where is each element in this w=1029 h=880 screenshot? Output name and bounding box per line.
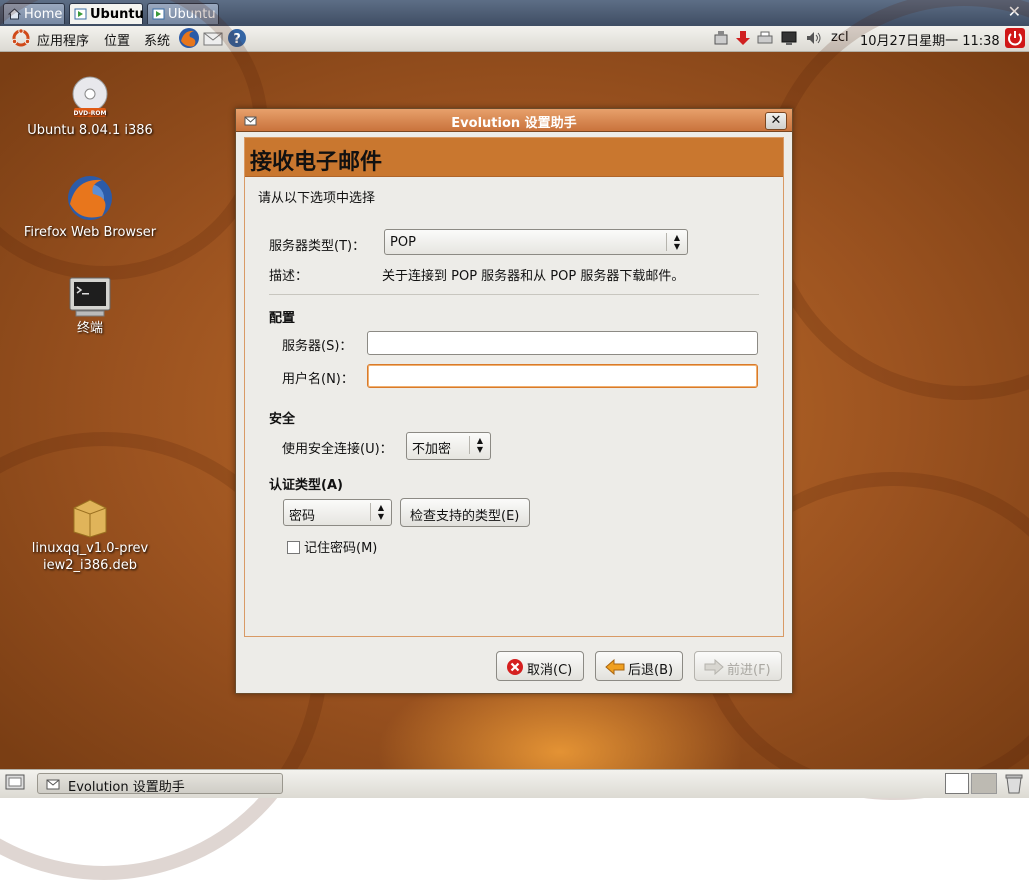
workspace-1[interactable]	[945, 773, 969, 794]
desktop-icon-dvd[interactable]: DVD-ROM Ubuntu 8.04.1 i386	[15, 76, 165, 139]
description-text: 关于连接到 POP 服务器和从 POP 服务器下载邮件。	[382, 269, 685, 284]
assistant-page: 接收电子邮件 请从以下选项中选择 服务器类型(T)： POP ▲ ▼ 描述： 关于…	[244, 137, 784, 637]
desktop-icon-deb-package[interactable]: linuxqq_v1.0-preview2_i386.deb	[15, 496, 165, 574]
page-body: 请从以下选项中选择 服务器类型(T)： POP ▲ ▼ 描述： 关于连接到 POP…	[245, 177, 783, 636]
volume-icon[interactable]	[806, 30, 822, 46]
server-label: 服务器(S)：	[282, 339, 353, 354]
desktop-icon-label: 终端	[76, 321, 103, 336]
show-desktop-icon[interactable]	[5, 774, 25, 792]
instruction-text: 请从以下选项中选择	[258, 191, 376, 206]
dialog-title: Evolution 设置助手	[451, 116, 577, 131]
desktop-icon-label: linuxqq_v1.0-preview2_i386.deb	[31, 541, 149, 573]
taskbar-window-label: Evolution 设置助手	[68, 780, 185, 795]
remember-password-label[interactable]: 记住密码(M)	[304, 537, 377, 556]
bottom-panel: Evolution 设置助手	[0, 769, 1029, 798]
config-heading: 配置	[269, 311, 296, 326]
dvd-icon: DVD-ROM	[72, 76, 108, 117]
desktop-icon-terminal[interactable]: 终端	[15, 276, 165, 337]
username-label: 用户名(N)：	[282, 372, 354, 387]
firefox-icon	[68, 176, 112, 220]
secure-connection-select[interactable]: 不加密 ▲ ▼	[406, 432, 491, 460]
desktop-icon-label: Ubuntu 8.04.1 i386	[27, 123, 153, 138]
printer-icon[interactable]	[757, 30, 773, 46]
check-supported-types-button[interactable]: 检查支持的类型(E)	[400, 498, 530, 527]
arrow-right-icon	[704, 659, 724, 675]
forward-button[interactable]: 前进(F)	[694, 651, 782, 681]
page-header: 接收电子邮件	[245, 138, 783, 177]
spin-arrows-icon: ▲ ▼	[370, 503, 391, 521]
package-icon	[73, 499, 107, 538]
spin-arrows-icon: ▲ ▼	[666, 233, 687, 251]
evolution-setup-dialog: Evolution 设置助手 ✕ 接收电子邮件 请从以下选项中选择 服务器类型(…	[235, 108, 793, 694]
username-input[interactable]	[367, 364, 758, 388]
spin-arrows-icon: ▲ ▼	[469, 436, 490, 454]
server-type-label: 服务器类型(T)：	[269, 239, 366, 254]
description-label: 描述：	[269, 269, 309, 284]
security-heading: 安全	[269, 412, 296, 427]
server-input[interactable]	[367, 331, 758, 355]
taskbar-window-button[interactable]: Evolution 设置助手	[37, 773, 283, 795]
dialog-titlebar[interactable]: Evolution 设置助手 ✕	[236, 109, 792, 132]
remember-password-checkbox[interactable]	[287, 541, 300, 554]
auth-type-heading: 认证类型(A)	[269, 478, 343, 493]
cancel-icon	[507, 659, 523, 675]
mail-icon	[46, 779, 60, 790]
desktop-icon-label: Firefox Web Browser	[23, 225, 157, 240]
workspace-2[interactable]	[971, 773, 997, 794]
server-type-select[interactable]: POP ▲ ▼	[384, 229, 688, 255]
separator	[269, 294, 759, 295]
back-button[interactable]: 后退(B)	[595, 651, 683, 681]
trash-icon[interactable]	[1004, 773, 1024, 794]
auth-type-select[interactable]: 密码 ▲ ▼	[283, 499, 392, 526]
display-icon[interactable]	[781, 30, 797, 46]
dialog-close-icon[interactable]: ✕	[765, 112, 787, 130]
secure-connection-label: 使用安全连接(U)：	[282, 442, 393, 457]
network-manager-icon[interactable]	[713, 30, 729, 46]
cancel-button[interactable]: 取消(C)	[496, 651, 584, 681]
desktop-icon-firefox[interactable]: Firefox Web Browser	[15, 174, 165, 241]
page-title: 接收电子邮件	[250, 150, 383, 175]
svg-text:DVD-ROM: DVD-ROM	[74, 110, 107, 117]
terminal-icon	[69, 277, 111, 317]
arrow-left-icon	[605, 659, 625, 675]
update-notifier-icon[interactable]	[735, 30, 751, 46]
